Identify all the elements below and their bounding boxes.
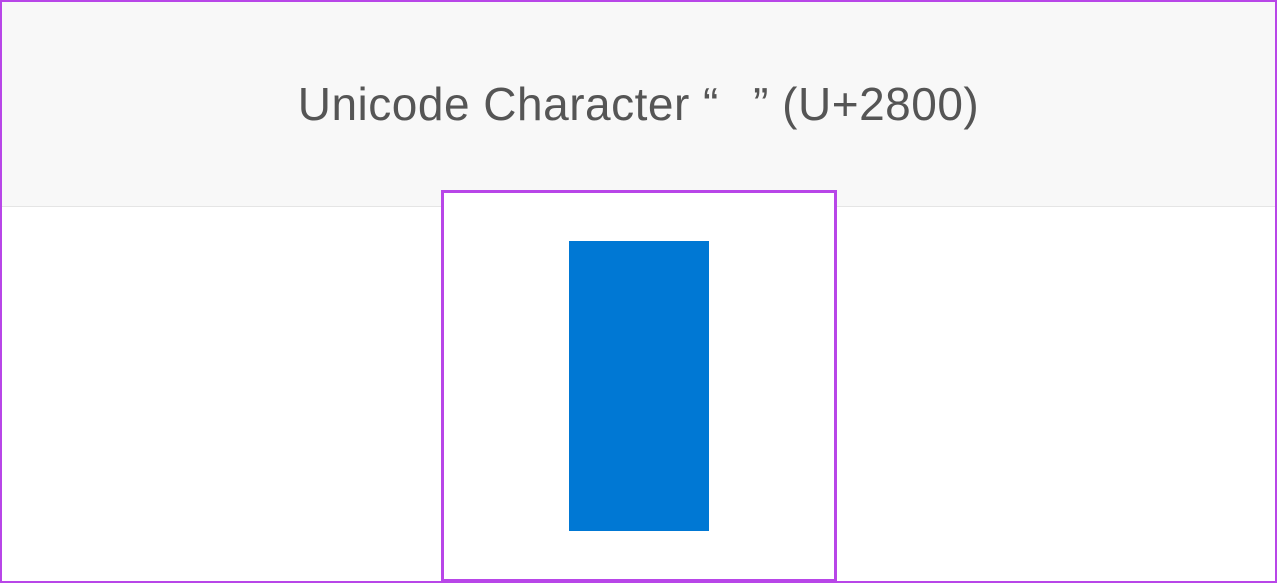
title-char: ⠀ — [719, 78, 753, 130]
title-prefix: Unicode Character “ — [298, 78, 719, 130]
glyph-preview-box — [441, 190, 837, 582]
page-title: Unicode Character “⠀” (U+2800) — [298, 77, 979, 131]
glyph-rendering — [569, 241, 709, 531]
header-section: Unicode Character “⠀” (U+2800) — [2, 2, 1275, 207]
page-frame: Unicode Character “⠀” (U+2800) — [0, 0, 1277, 583]
title-suffix: ” (U+2800) — [753, 78, 979, 130]
